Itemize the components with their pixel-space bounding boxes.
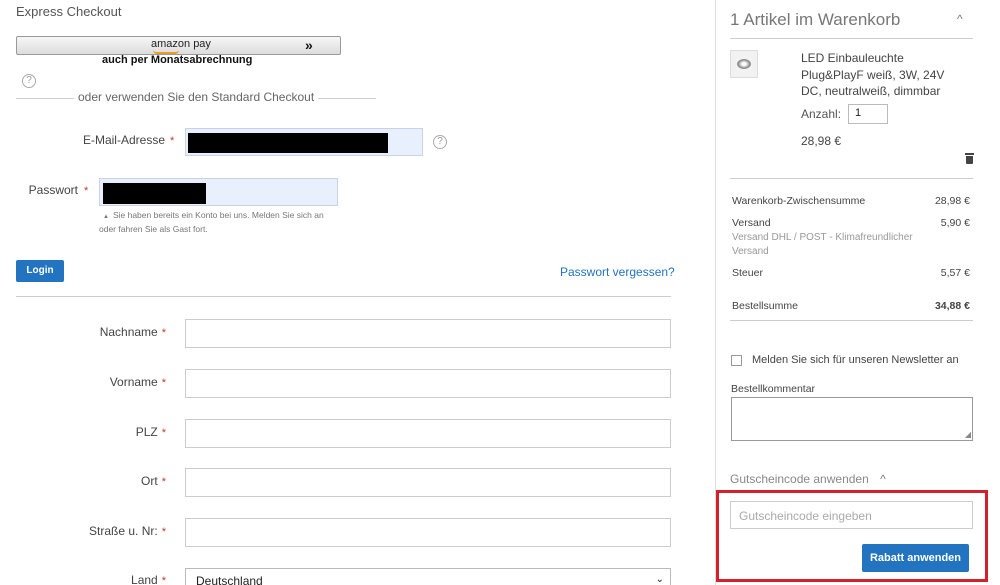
double-chevron-icon: » <box>305 37 313 53</box>
country-select-value: Deutschland <box>196 574 263 585</box>
city-label-text: Ort <box>141 474 158 488</box>
totals-divider <box>730 320 973 321</box>
tax-value: 5,57 € <box>940 267 970 279</box>
product-thumbnail[interactable] <box>730 50 758 78</box>
divider-line-right <box>318 98 376 99</box>
amazon-pay-subtitle: auch per Monatsabrechnung <box>102 54 253 66</box>
email-help-icon[interactable]: ? <box>433 135 447 149</box>
divider-line-left <box>16 98 74 99</box>
amazon-pay-logo: amazon pay <box>151 38 211 54</box>
collapse-caret-icon[interactable]: ^ <box>957 12 963 26</box>
cart-title-divider <box>730 38 973 39</box>
city-input[interactable] <box>185 468 671 497</box>
email-label-text: E-Mail-Adresse <box>82 133 165 147</box>
password-label: Passwort <box>10 183 78 197</box>
coupon-toggle-label: Gutscheincode anwenden <box>730 472 869 486</box>
required-mark: * <box>161 427 166 439</box>
login-hint: ▲ Sie haben bereits ein Konto bei uns. Me… <box>99 209 339 235</box>
amazon-pay-brand: amazon pay <box>151 38 211 50</box>
forgot-password-link[interactable]: Passwort vergessen? <box>560 265 675 279</box>
trash-lid <box>965 153 974 155</box>
country-label-text: Land <box>131 573 158 585</box>
required-mark: * <box>161 476 166 488</box>
newsletter-label[interactable]: Melden Sie sich für unseren Newsletter a… <box>752 354 959 366</box>
subtotal-label: Warenkorb-Zwischensumme <box>732 195 866 207</box>
firstname-label-text: Vorname <box>109 375 158 389</box>
city-label: Ort * <box>16 474 166 488</box>
zip-label: PLZ * <box>16 425 166 439</box>
required-mark: * <box>84 185 89 197</box>
trash-icon[interactable] <box>965 153 974 164</box>
required-mark: * <box>170 135 175 147</box>
subtotal-value: 28,98 € <box>934 195 970 207</box>
coupon-code-input[interactable]: Gutscheincode eingeben <box>730 501 973 529</box>
section-divider <box>16 296 671 297</box>
help-icon[interactable]: ? <box>22 74 36 88</box>
country-label: Land * <box>16 573 166 585</box>
chevron-down-icon: ⌄ <box>655 574 664 585</box>
order-comment-label: Bestellkommentar <box>731 383 816 395</box>
apply-discount-button[interactable]: Rabatt anwenden <box>862 544 969 572</box>
lastname-label: Nachname * <box>16 325 166 339</box>
tax-label: Steuer <box>732 267 763 279</box>
newsletter-checkbox[interactable] <box>731 355 742 366</box>
shipping-label: Versand <box>732 217 771 229</box>
express-checkout-title: Express Checkout <box>16 4 122 19</box>
quantity-input[interactable]: 1 <box>848 104 888 124</box>
required-mark: * <box>161 377 166 389</box>
email-label: E-Mail-Adresse <box>40 133 165 147</box>
shipping-value: 5,90 € <box>940 217 970 229</box>
caret-up-icon: ^ <box>880 472 886 486</box>
total-value: 34,88 € <box>934 300 970 312</box>
login-button[interactable]: Login <box>16 260 64 282</box>
street-label: Straße u. Nr: * <box>16 524 166 538</box>
zip-label-text: PLZ <box>135 425 158 439</box>
lastname-input[interactable] <box>185 319 671 348</box>
required-mark: * <box>161 575 166 585</box>
password-field[interactable] <box>99 178 338 206</box>
firstname-label: Vorname * <box>16 375 166 389</box>
resize-grip-icon[interactable]: ◢ <box>965 430 971 439</box>
country-select[interactable]: Deutschland ⌄ <box>185 568 671 585</box>
hint-arrow-icon: ▲ <box>103 214 109 220</box>
total-label: Bestellsumme <box>732 300 798 312</box>
password-label-text: Passwort <box>28 183 78 197</box>
product-image <box>737 59 751 69</box>
shipping-method: Versand DHL / POST - Klimafreundlicher V… <box>732 232 913 257</box>
trash-can <box>966 156 973 164</box>
quantity-label: Anzahl: <box>801 107 842 121</box>
lastname-label-text: Nachname <box>99 325 158 339</box>
cart-title: 1 Artikel im Warenkorb <box>730 10 901 29</box>
zip-input[interactable] <box>185 419 671 448</box>
product-name[interactable]: LED Einbauleuchte Plug&PlayF weiß, 3W, 2… <box>801 50 961 100</box>
standard-checkout-divider: oder verwenden Sie den Standard Checkout <box>78 90 315 104</box>
required-mark: * <box>161 526 166 538</box>
redacted-email-value <box>188 133 388 153</box>
redacted-password-value <box>103 183 206 204</box>
product-price: 28,98 € <box>801 134 842 148</box>
street-label-text: Straße u. Nr: <box>89 524 158 538</box>
cart-items-divider <box>730 178 973 179</box>
required-mark: * <box>161 327 166 339</box>
street-input[interactable] <box>185 518 671 547</box>
email-field[interactable] <box>185 128 423 156</box>
order-comment-textarea[interactable]: ◢ <box>731 397 973 441</box>
login-hint-text: Sie haben bereits ein Konto bei uns. Mel… <box>99 210 324 234</box>
amazon-pay-button[interactable]: amazon pay » <box>16 36 341 55</box>
firstname-input[interactable] <box>185 369 671 398</box>
coupon-toggle[interactable]: Gutscheincode anwenden ^ <box>730 472 886 486</box>
